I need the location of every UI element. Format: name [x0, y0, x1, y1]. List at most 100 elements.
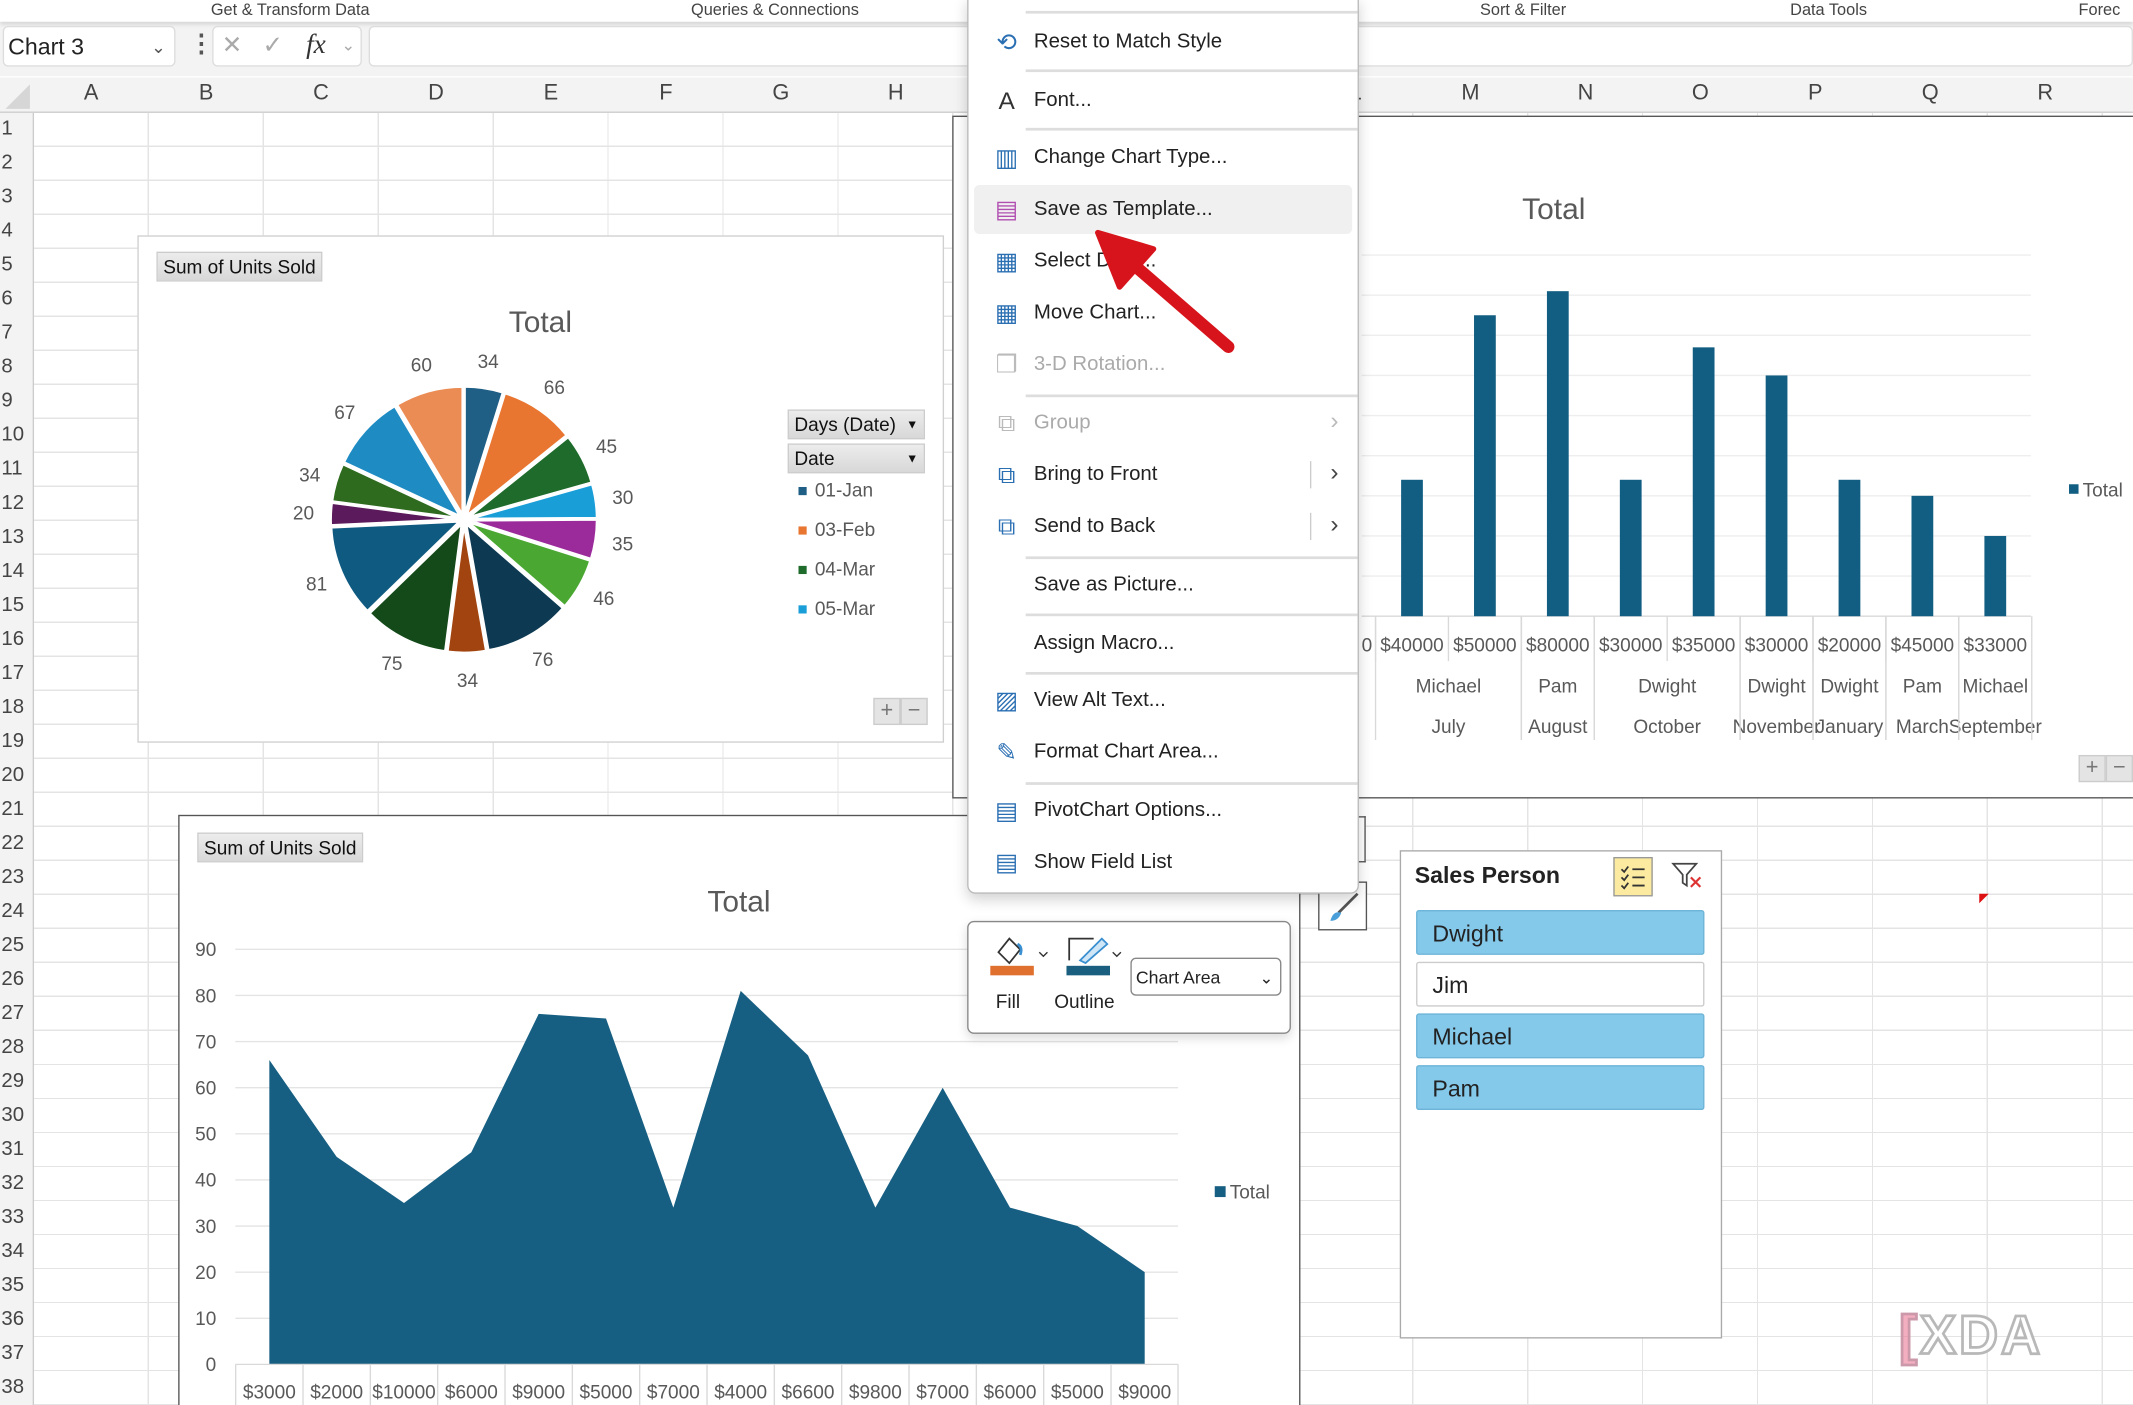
column-header-B[interactable]: B — [149, 82, 263, 106]
column-header-F[interactable]: F — [609, 82, 723, 106]
slicer-item-jim[interactable]: Jim — [1416, 961, 1705, 1007]
menu-item-send-to-back[interactable]: ⧉ Send to Back › — [974, 502, 1352, 551]
expand-field-button[interactable]: + — [873, 697, 901, 726]
field-button-date[interactable]: Date ▼ — [787, 443, 926, 474]
slicer-item-pam[interactable]: Pam — [1416, 1065, 1705, 1111]
row-header-35[interactable]: 35 — [0, 1273, 31, 1296]
pie-chart[interactable]: Sum of Units Sold Total 34 66 45 30 35 46 76 34… — [137, 235, 945, 743]
chart-element-select[interactable]: Chart Area ⌄ — [1130, 957, 1282, 996]
select-all-button[interactable] — [5, 84, 30, 109]
row-header-23[interactable]: 23 — [0, 865, 31, 888]
row-header-11[interactable]: 11 — [0, 457, 31, 480]
menu-item-font[interactable]: A Font... — [974, 76, 1352, 125]
menu-item-show-field-list[interactable]: ▤ Show Field List — [974, 838, 1352, 887]
fill-button[interactable] — [988, 930, 1051, 984]
expand-field-button[interactable]: + — [2078, 754, 2106, 783]
multi-select-icon[interactable] — [1613, 856, 1653, 897]
row-header-2[interactable]: 2 — [0, 151, 31, 174]
collapse-field-button[interactable]: − — [900, 697, 928, 726]
bar[interactable] — [1911, 495, 1934, 617]
bar[interactable] — [1401, 479, 1423, 617]
bar[interactable] — [1546, 291, 1569, 617]
menu-item-pivotchart-options[interactable]: ▤ PivotChart Options... — [974, 786, 1352, 835]
column-header-G[interactable]: G — [724, 82, 838, 106]
row-header-7[interactable]: 7 — [0, 321, 31, 344]
menu-item-bring-to-front[interactable]: ⧉ Bring to Front › — [974, 450, 1352, 499]
chevron-down-icon[interactable]: ⌄ — [151, 27, 166, 68]
menu-item-format-chart-area[interactable]: ✎ Format Chart Area... — [974, 728, 1352, 777]
row-header-18[interactable]: 18 — [0, 695, 31, 718]
row-header-4[interactable]: 4 — [0, 219, 31, 242]
row-header-19[interactable]: 19 — [0, 729, 31, 752]
row-header-28[interactable]: 28 — [0, 1035, 31, 1058]
slicer-item-dwight[interactable]: Dwight — [1416, 910, 1705, 955]
column-header-P[interactable]: P — [1758, 82, 1872, 106]
menu-item-reset-to-match-style[interactable]: ⟲ Reset to Match Style — [974, 18, 1352, 67]
column-header-R[interactable]: R — [1988, 82, 2102, 106]
row-header-32[interactable]: 32 — [0, 1171, 31, 1194]
column-header-C[interactable]: C — [264, 82, 378, 106]
row-header-31[interactable]: 31 — [0, 1137, 31, 1160]
row-header-16[interactable]: 16 — [0, 627, 31, 650]
row-header-8[interactable]: 8 — [0, 355, 31, 378]
column-header-Q[interactable]: Q — [1873, 82, 1987, 106]
chevron-right-icon[interactable]: › — [1330, 407, 1338, 436]
outline-button[interactable] — [1064, 930, 1127, 984]
row-header-25[interactable]: 25 — [0, 933, 31, 956]
area-chart[interactable]: Sum of Units Sold Total 0 10 20 30 40 50 60 70 8… — [178, 814, 1301, 1405]
row-header-22[interactable]: 22 — [0, 831, 31, 854]
column-header-H[interactable]: H — [839, 82, 953, 106]
enter-icon[interactable]: ✓ — [263, 31, 284, 60]
row-header-9[interactable]: 9 — [0, 389, 31, 412]
row-header-26[interactable]: 26 — [0, 967, 31, 990]
menu-item-assign-macro[interactable]: Assign Macro... — [974, 619, 1352, 668]
row-header-12[interactable]: 12 — [0, 491, 31, 514]
row-header-34[interactable]: 34 — [0, 1239, 31, 1262]
row-header-3[interactable]: 3 — [0, 185, 31, 208]
insert-function-icon[interactable]: fx — [306, 30, 326, 61]
column-header-A[interactable]: A — [34, 82, 148, 106]
bar[interactable] — [1692, 347, 1715, 617]
row-header-36[interactable]: 36 — [0, 1307, 31, 1330]
column-header-M[interactable]: M — [1413, 82, 1527, 106]
chevron-right-icon[interactable]: › — [1330, 510, 1338, 539]
chevron-down-icon[interactable]: ⌄ — [341, 35, 355, 54]
row-header-20[interactable]: 20 — [0, 763, 31, 786]
row-header-24[interactable]: 24 — [0, 899, 31, 922]
clear-filter-icon[interactable] — [1669, 857, 1706, 894]
menu-item-save-as-template[interactable]: ▤ Save as Template... — [973, 185, 1353, 234]
slicer-item-michael[interactable]: Michael — [1416, 1013, 1705, 1059]
row-header-30[interactable]: 30 — [0, 1103, 31, 1126]
field-button-days-date[interactable]: Days (Date) ▼ — [787, 409, 926, 440]
column-header-D[interactable]: D — [379, 82, 493, 106]
menu-item-move-chart[interactable]: ▦ Move Chart... — [974, 288, 1352, 337]
cancel-icon[interactable]: ✕ — [222, 31, 243, 60]
row-header-15[interactable]: 15 — [0, 593, 31, 616]
bar[interactable] — [1765, 375, 1788, 617]
row-header-10[interactable]: 10 — [0, 423, 31, 446]
chevron-right-icon[interactable]: › — [1330, 458, 1338, 487]
bar[interactable] — [1619, 479, 1642, 617]
row-header-37[interactable]: 37 — [0, 1341, 31, 1364]
menu-item-save-as-picture[interactable]: Save as Picture... — [974, 560, 1352, 609]
row-header-14[interactable]: 14 — [0, 559, 31, 582]
more-options-icon[interactable]: ⋮ — [189, 30, 213, 59]
column-header-O[interactable]: O — [1643, 82, 1757, 106]
area-series[interactable] — [269, 990, 1145, 1365]
row-header-6[interactable]: 6 — [0, 287, 31, 310]
bar[interactable] — [1474, 315, 1496, 617]
row-header-5[interactable]: 5 — [0, 253, 31, 276]
row-header-1[interactable]: 1 — [0, 117, 31, 140]
name-box[interactable]: Chart 3 ⌄ — [2, 25, 176, 68]
bar[interactable] — [1984, 535, 2007, 617]
row-header-38[interactable]: 38 — [0, 1375, 31, 1398]
column-header-N[interactable]: N — [1528, 82, 1642, 106]
row-header-33[interactable]: 33 — [0, 1205, 31, 1228]
row-header-29[interactable]: 29 — [0, 1069, 31, 1092]
row-header-17[interactable]: 17 — [0, 661, 31, 684]
row-header-27[interactable]: 27 — [0, 1001, 31, 1024]
menu-item-change-chart-type[interactable]: ▥ Change Chart Type... — [974, 133, 1352, 182]
menu-item-select-data[interactable]: ▦ Select Data... — [974, 237, 1352, 286]
menu-item-view-alt-text[interactable]: ▨ View Alt Text... — [974, 676, 1352, 725]
bar[interactable] — [1838, 479, 1861, 617]
